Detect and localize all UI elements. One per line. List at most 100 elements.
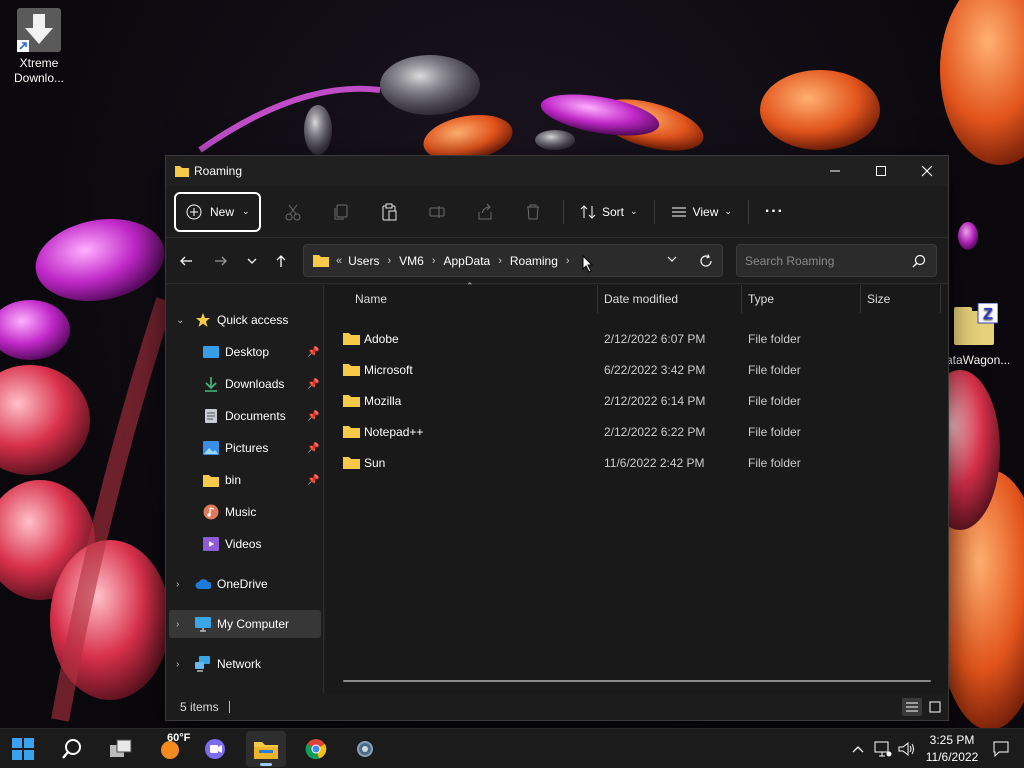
new-button[interactable]: New ⌄ <box>174 191 261 232</box>
column-divider[interactable] <box>940 285 941 313</box>
nav-my-computer[interactable]: › My Computer <box>169 610 321 638</box>
share-button[interactable] <box>461 194 509 230</box>
refresh-button[interactable] <box>692 238 720 284</box>
nav-music[interactable]: Music <box>166 498 324 526</box>
arrow-up-icon <box>276 255 286 267</box>
chevron-right-icon[interactable]: › <box>176 619 179 630</box>
weather-widget[interactable]: 60°F <box>150 731 190 767</box>
rename-button[interactable] <box>413 194 461 230</box>
sort-button[interactable]: Sort ⌄ <box>570 194 648 230</box>
desktop-icon-datawagon[interactable]: Z ataWagon... <box>940 302 1024 368</box>
chevron-right-icon[interactable]: › <box>387 255 391 267</box>
nav-documents[interactable]: Documents 📌 <box>166 402 324 430</box>
view-button[interactable]: View ⌄ <box>661 194 742 230</box>
nav-videos[interactable]: Videos <box>166 530 324 558</box>
minimize-button[interactable] <box>812 156 858 186</box>
close-button[interactable] <box>904 156 950 186</box>
chevron-right-icon[interactable]: › <box>498 255 502 267</box>
column-divider[interactable] <box>860 285 861 313</box>
address-history-button[interactable] <box>666 253 678 268</box>
item-count: 5 items <box>180 699 219 714</box>
up-button[interactable] <box>267 238 295 284</box>
details-view-button[interactable] <box>902 698 922 716</box>
folder-icon <box>343 457 360 469</box>
back-button[interactable] <box>172 238 200 284</box>
forward-button[interactable] <box>207 238 235 284</box>
clock-date: 11/6/2022 <box>925 750 979 764</box>
breadcrumb-roaming[interactable]: Roaming <box>510 254 558 268</box>
breadcrumb-appdata[interactable]: AppData <box>444 254 491 268</box>
nav-network[interactable]: › Network <box>166 650 324 678</box>
maximize-button[interactable] <box>858 156 904 186</box>
file-row-sun[interactable]: Sun 11/6/2022 2:42 PM File folder <box>325 448 948 479</box>
arrow-left-icon <box>180 256 192 266</box>
search-icon[interactable] <box>912 254 926 271</box>
chevron-right-icon[interactable]: › <box>566 255 570 267</box>
nav-downloads[interactable]: Downloads 📌 <box>166 370 324 398</box>
close-icon <box>921 165 933 177</box>
clock[interactable]: 3:25 PM 11/6/2022 <box>920 732 984 766</box>
copy-icon <box>334 204 348 219</box>
settings-taskbar-button[interactable] <box>345 731 385 767</box>
paste-icon <box>382 203 397 220</box>
column-header-type[interactable]: Type <box>748 285 774 313</box>
nav-bin[interactable]: bin 📌 <box>166 466 324 494</box>
horizontal-scrollbar[interactable] <box>343 680 931 682</box>
column-divider[interactable] <box>741 285 742 313</box>
copy-button[interactable] <box>317 194 365 230</box>
start-button[interactable] <box>3 731 43 767</box>
volume-tray-button[interactable] <box>896 729 918 768</box>
search-box[interactable] <box>736 244 937 277</box>
cut-button[interactable] <box>269 194 317 230</box>
chevron-right-icon[interactable]: › <box>176 659 179 670</box>
paste-button[interactable] <box>365 194 413 230</box>
recent-locations-button[interactable] <box>238 238 266 284</box>
nav-onedrive[interactable]: › OneDrive <box>166 570 324 598</box>
pin-icon[interactable]: 📌 <box>307 411 319 422</box>
file-row-adobe[interactable]: Adobe 2/12/2022 6:07 PM File folder <box>325 324 948 355</box>
breadcrumb-users[interactable]: Users <box>348 254 379 268</box>
nav-label: Quick access <box>217 313 289 327</box>
column-header-size[interactable]: Size <box>867 285 890 313</box>
address-bar[interactable]: « Users › VM6 › AppData › Roaming › <box>303 244 723 277</box>
nav-desktop[interactable]: Desktop 📌 <box>166 338 324 366</box>
chevron-right-icon[interactable]: › <box>432 255 436 267</box>
overflow-crumb[interactable]: « <box>336 255 342 267</box>
folder-icon <box>343 364 360 376</box>
status-divider <box>228 700 230 713</box>
nav-quick-access[interactable]: ⌄ Quick access <box>166 306 324 334</box>
search-taskbar-button[interactable] <box>52 731 92 767</box>
chrome-taskbar-button[interactable] <box>296 731 336 767</box>
title-bar[interactable]: Roaming <box>166 156 948 186</box>
breadcrumb-vm6[interactable]: VM6 <box>399 254 424 268</box>
search-input[interactable] <box>745 253 905 268</box>
task-view-button[interactable] <box>101 731 141 767</box>
teams-chat-button[interactable] <box>196 731 236 767</box>
pin-icon[interactable]: 📌 <box>307 443 319 454</box>
pin-icon[interactable]: 📌 <box>307 379 319 390</box>
chevron-down-icon[interactable]: ⌄ <box>176 315 184 326</box>
pin-icon[interactable]: 📌 <box>307 475 319 486</box>
notifications-button[interactable] <box>990 729 1012 768</box>
file-explorer-taskbar-button[interactable] <box>246 731 286 767</box>
file-name: Sun <box>364 456 386 470</box>
file-row-notepad[interactable]: Notepad++ 2/12/2022 6:22 PM File folder <box>325 417 948 448</box>
column-header-name[interactable]: Name <box>355 285 387 313</box>
nav-label: Desktop <box>225 345 270 359</box>
desktop-icon-label: ataWagon... <box>946 353 1011 367</box>
pin-icon[interactable]: 📌 <box>307 347 319 358</box>
column-header-date[interactable]: Date modified <box>604 285 678 313</box>
network-tray-button[interactable] <box>872 729 894 768</box>
column-divider[interactable] <box>597 285 598 313</box>
status-bar: 5 items <box>166 693 948 720</box>
delete-button[interactable] <box>509 194 557 230</box>
file-explorer-window: Roaming New ⌄ Sort ⌄ View ⌄ ··· « Users … <box>165 155 949 721</box>
more-options-button[interactable]: ··· <box>755 194 794 230</box>
desktop-icon-xtreme-download[interactable]: Xtreme Downlo... <box>1 6 77 86</box>
chevron-right-icon[interactable]: › <box>176 579 179 590</box>
show-hidden-icons-button[interactable] <box>848 729 868 768</box>
tiles-view-button[interactable] <box>926 698 944 716</box>
file-row-mozilla[interactable]: Mozilla 2/12/2022 6:14 PM File folder <box>325 386 948 417</box>
file-row-microsoft[interactable]: Microsoft 6/22/2022 3:42 PM File folder <box>325 355 948 386</box>
nav-pictures[interactable]: Pictures 📌 <box>166 434 324 462</box>
